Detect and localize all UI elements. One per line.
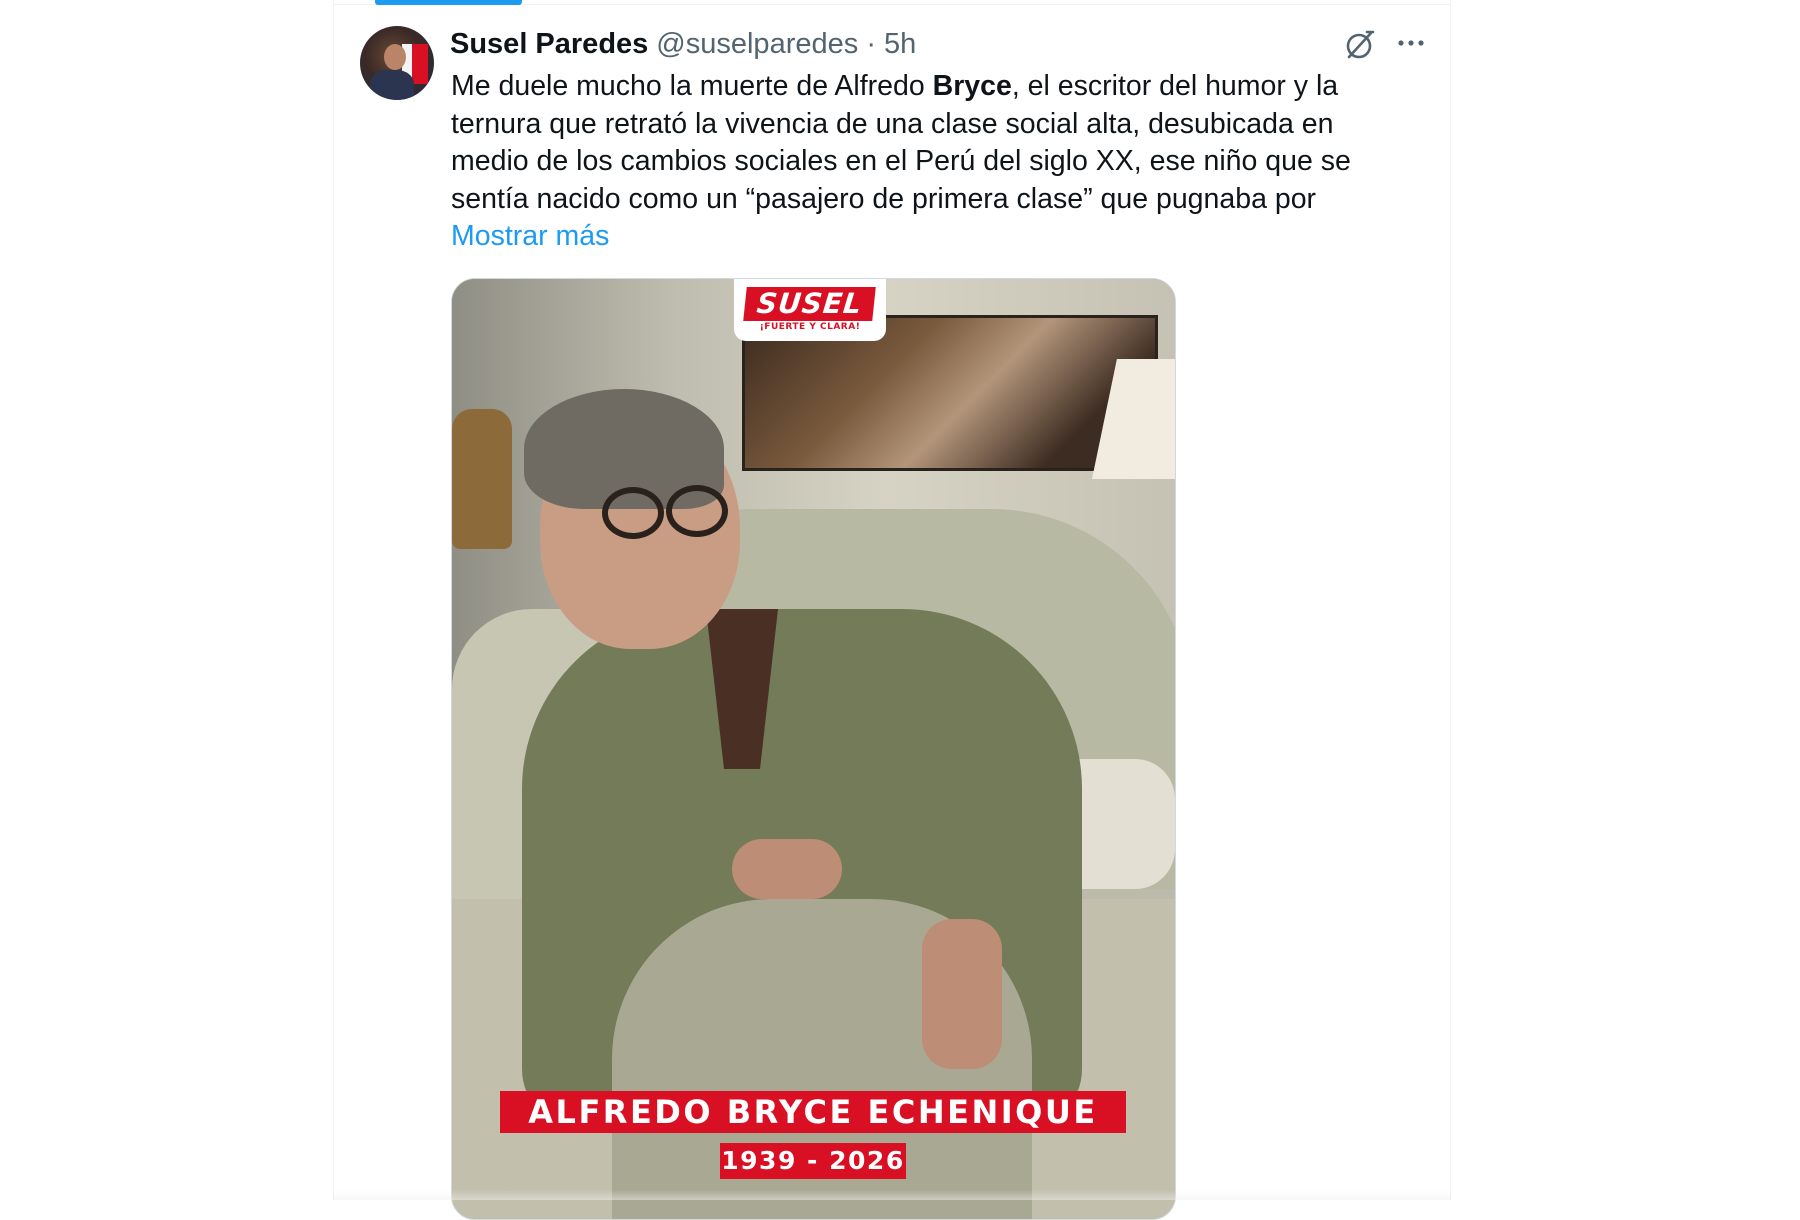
grok-icon[interactable] [1340,26,1378,64]
avatar-suit [370,70,414,100]
tweet-text-segment: Me duele mucho la muerte de Alfredo [451,70,933,102]
tweet-media-image[interactable]: SUSEL ¡FUERTE Y CLARA! ALFREDO BRYCE ECH… [451,278,1176,1220]
show-more-link[interactable]: Mostrar más [451,218,609,256]
active-tab-indicator [375,0,522,5]
logo-main-text: SUSEL [743,287,877,321]
tweet-time[interactable]: 5h [884,28,916,60]
author-name[interactable]: Susel Paredes [450,28,648,61]
photo-glasses-left [602,487,664,539]
tweet-text-line-1: Me duele mucho la muerte de Alfredo Bryc… [451,68,1391,106]
photo-hand-right [922,919,1002,1069]
avatar-flag-red [412,44,428,84]
caption-name: ALFREDO BRYCE ECHENIQUE [500,1091,1126,1133]
tweet-text: Me duele mucho la muerte de Alfredo Bryc… [451,68,1391,218]
avatar[interactable] [360,26,434,100]
photo-vase [452,409,512,549]
photo-hand-left [732,839,842,899]
caption-years: 1939 - 2026 [720,1143,906,1179]
meta-separator: · [866,27,876,60]
author-meta: @suselparedes · 5h [656,28,916,61]
avatar-face [384,44,406,70]
bottom-fade [333,1190,1451,1200]
logo-sub-text: ¡FUERTE Y CLARA! [759,322,861,332]
photo-glasses-right [666,485,728,537]
tweet-header: Susel Paredes @suselparedes · 5h [450,24,916,64]
tweet-text-line-4: sentía nacido como un “pasajero de prime… [451,182,1317,215]
tweet-text-line-2: ternura que retrató la vivencia de una c… [451,107,1334,140]
author-handle[interactable]: @suselparedes [656,28,858,60]
more-icon[interactable] [1394,26,1428,60]
tweet-text-bold: Bryce [932,70,1012,102]
tweet-text-line-3: medio de los cambios sociales en el Perú… [451,145,1351,177]
susel-logo: SUSEL ¡FUERTE Y CLARA! [734,279,886,341]
tweet-text-segment: , el escritor del humor y la [1011,70,1339,102]
